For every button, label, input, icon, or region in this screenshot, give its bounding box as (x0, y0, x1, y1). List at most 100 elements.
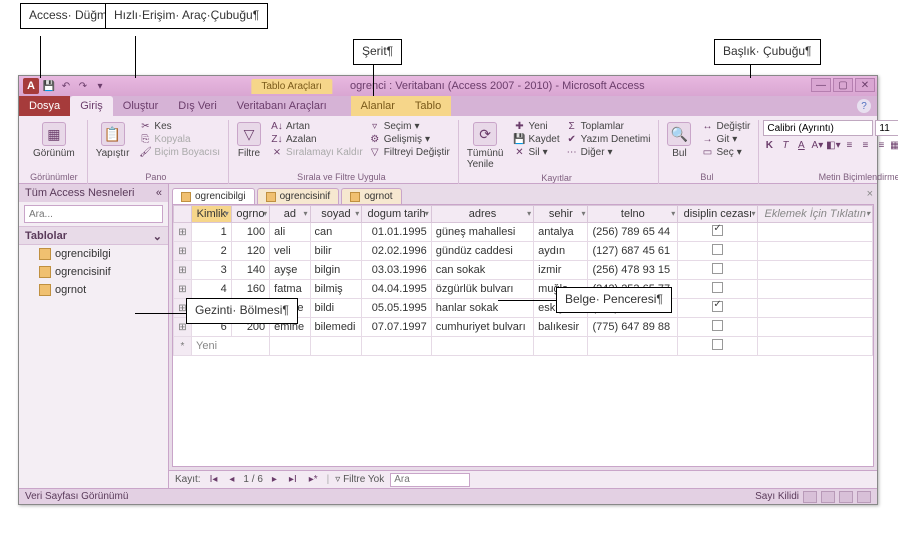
chart-view-button[interactable] (839, 491, 853, 503)
find-group-label: Bul (663, 171, 750, 184)
column-header[interactable]: ogrno▾ (231, 206, 269, 223)
numlock-label: Sayı Kilidi (755, 491, 799, 502)
redo-icon[interactable]: ↷ (76, 79, 90, 93)
toggle-filter-button[interactable]: ▽Filtreyi Değiştir (369, 146, 450, 158)
doc-tab-ogrencisinif[interactable]: ogrencisinif (257, 188, 340, 204)
align-right-icon[interactable]: ≡ (875, 139, 887, 151)
font-name-combo[interactable] (763, 120, 873, 136)
align-left-icon[interactable]: ≡ (843, 139, 855, 151)
selection-button[interactable]: ▿Seçim ▾ (369, 120, 450, 132)
font-color-icon[interactable]: A▾ (811, 139, 823, 151)
column-header[interactable]: Eklemek İçin Tıklatın▾ (758, 206, 873, 223)
sort-asc-button[interactable]: A↓Artan (271, 120, 363, 132)
format-group-label: Metin Biçimlendirmesi (763, 171, 898, 184)
undo-icon[interactable]: ↶ (59, 79, 73, 93)
nav-collapse-icon[interactable]: « (156, 187, 162, 199)
table-tab[interactable]: Tablo (405, 96, 451, 116)
external-data-tab[interactable]: Dış Veri (168, 96, 227, 116)
doc-tab-ogrencibilgi[interactable]: ogrencibilgi (172, 188, 255, 204)
help-icon[interactable]: ? (857, 99, 871, 113)
new-record-button[interactable]: ✚Yeni (514, 120, 560, 132)
create-tab[interactable]: Oluştur (113, 96, 168, 116)
table-row[interactable]: ⊞4160fatmabilmiş04.04.1995özgürlük bulva… (174, 280, 873, 299)
view-label: Görünüm (33, 148, 75, 159)
italic-icon[interactable]: T (779, 139, 791, 151)
clipboard-group-label: Pano (92, 171, 220, 184)
no-filter-label[interactable]: ▿ Filtre Yok (335, 474, 384, 485)
fields-tab[interactable]: Alanlar (351, 96, 405, 116)
find-button[interactable]: 🔍Bul (663, 120, 695, 161)
column-header[interactable]: adres▾ (431, 206, 533, 223)
copy-button[interactable]: ⎘Kopyala (139, 133, 220, 145)
home-tab[interactable]: Giriş (70, 96, 113, 116)
nav-item-ogrnot[interactable]: ogrnot (19, 281, 168, 299)
table-row[interactable]: ⊞2120velibilir02.02.1996gündüz caddesiay… (174, 242, 873, 261)
column-header[interactable]: disiplin cezası▾ (678, 206, 758, 223)
clear-sort-button[interactable]: ⨯Sıralamayı Kaldır (271, 146, 363, 158)
format-painter-button[interactable]: 🖌Biçim Boyacısı (139, 146, 220, 158)
column-header[interactable]: dogum tarih▾ (362, 206, 431, 223)
underline-icon[interactable]: A (795, 139, 807, 151)
column-header[interactable]: soyad▾ (310, 206, 362, 223)
refresh-all-button[interactable]: ⟳Tümünü Yenile (463, 120, 508, 172)
callout-qat: Hızlı·Erişim· Araç·Çubuğu¶ (105, 3, 268, 29)
access-window: A 💾 ↶ ↷ ▾ Tablo Araçları ogrenci : Verit… (18, 75, 878, 505)
navigation-pane: Tüm Access Nesneleri « Tablolar ⌄ ogrenc… (19, 184, 169, 488)
paste-button[interactable]: 📋Yapıştır (92, 120, 134, 161)
new-record-nav-button[interactable]: ▸* (306, 474, 321, 485)
document-window: ogrencibilgi ogrencisinif ogrnot × Kimli… (169, 184, 877, 488)
filter-button[interactable]: ▽Filtre (233, 120, 265, 161)
access-icon[interactable]: A (23, 78, 39, 94)
record-search-input[interactable] (390, 473, 470, 487)
datasheet-grid[interactable]: Kimlik▾ogrno▾ad▾soyad▾dogum tarih▾adres▾… (173, 205, 873, 356)
view-button[interactable]: ▦Görünüm (29, 120, 79, 161)
save-icon[interactable]: 💾 (42, 79, 56, 93)
minimize-button[interactable]: ― (811, 78, 831, 92)
column-header[interactable]: ad▾ (270, 206, 310, 223)
dbtools-tab[interactable]: Veritabanı Araçları (227, 96, 337, 116)
bold-icon[interactable]: K (763, 139, 775, 151)
cut-button[interactable]: ✂Kes (139, 120, 220, 132)
table-icon (266, 192, 276, 202)
first-record-button[interactable]: I◂ (207, 474, 221, 485)
spelling-button[interactable]: ✔Yazım Denetimi (566, 133, 651, 145)
last-record-button[interactable]: ▸I (286, 474, 300, 485)
nav-search-input[interactable] (24, 205, 163, 223)
nav-header[interactable]: Tüm Access Nesneleri (25, 187, 134, 199)
column-header[interactable]: telno▾ (588, 206, 678, 223)
file-tab[interactable]: Dosya (19, 96, 70, 116)
datasheet-view-button[interactable] (803, 491, 817, 503)
pivot-view-button[interactable] (821, 491, 835, 503)
more-button[interactable]: ⋯Diğer ▾ (566, 146, 651, 158)
close-button[interactable]: ✕ (855, 78, 875, 92)
design-view-button[interactable] (857, 491, 871, 503)
goto-button[interactable]: →Git ▾ (701, 133, 750, 145)
sort-desc-button[interactable]: Z↓Azalan (271, 133, 363, 145)
advanced-button[interactable]: ⚙Gelişmiş ▾ (369, 133, 450, 145)
totals-button[interactable]: ΣToplamlar (566, 120, 651, 132)
nav-item-ogrencibilgi[interactable]: ogrencibilgi (19, 245, 168, 263)
next-record-button[interactable]: ▸ (269, 474, 280, 485)
views-group-label: Görünümler (29, 171, 79, 184)
nav-group-tables[interactable]: Tablolar ⌄ (19, 226, 168, 245)
select-button[interactable]: ▭Seç ▾ (701, 146, 750, 158)
column-header[interactable]: Kimlik▾ (192, 206, 232, 223)
save-record-button[interactable]: 💾Kaydet (514, 133, 560, 145)
maximize-button[interactable]: ▢ (833, 78, 853, 92)
record-label: Kayıt: (175, 474, 201, 485)
table-row[interactable]: ⊞1100alican01.01.1995güneş mahallesianta… (174, 223, 873, 242)
column-header[interactable]: sehir▾ (534, 206, 588, 223)
qat-dropdown-icon[interactable]: ▾ (93, 79, 107, 93)
align-center-icon[interactable]: ≡ (859, 139, 871, 151)
fill-color-icon[interactable]: ◧▾ (827, 139, 839, 151)
new-row[interactable]: *Yeni (174, 337, 873, 356)
font-size-combo[interactable] (875, 120, 898, 136)
replace-button[interactable]: ↔Değiştir (701, 120, 750, 132)
prev-record-button[interactable]: ◂ (226, 474, 237, 485)
close-doc-icon[interactable]: × (867, 188, 873, 200)
doc-tab-ogrnot[interactable]: ogrnot (341, 188, 401, 204)
gridlines-icon[interactable]: ▦▾ (891, 139, 898, 151)
delete-record-button[interactable]: ✕Sil ▾ (514, 146, 560, 158)
nav-item-ogrencisinif[interactable]: ogrencisinif (19, 263, 168, 281)
table-row[interactable]: ⊞3140ayşebilgin03.03.1996can sokakizmir(… (174, 261, 873, 280)
